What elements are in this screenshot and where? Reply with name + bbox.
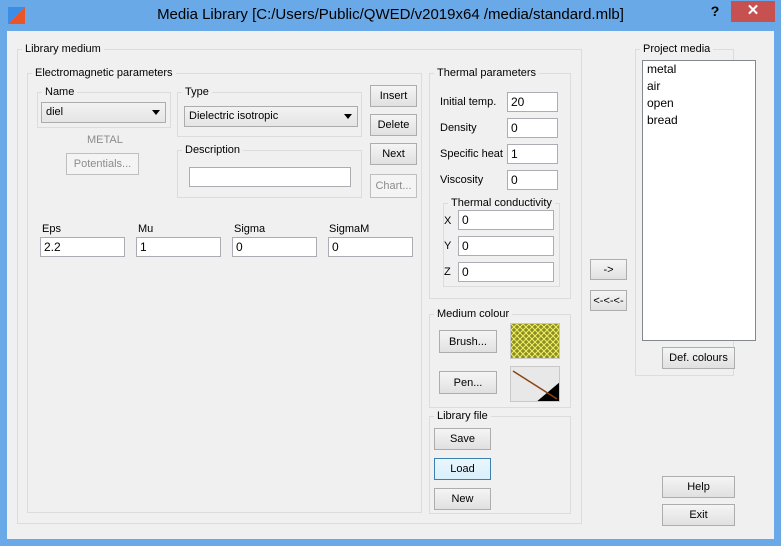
electromagnetic-label: Electromagnetic parameters	[35, 67, 173, 79]
conductivity-label: Thermal conductivity	[451, 197, 552, 209]
exit-button[interactable]: Exit	[662, 504, 735, 526]
save-button[interactable]: Save	[434, 428, 491, 450]
sigmam-input[interactable]: 0	[328, 237, 413, 257]
library-medium-label: Library medium	[25, 43, 101, 55]
dialog-client: Library medium Electromagnetic parameter…	[7, 31, 774, 539]
sigma-input[interactable]: 0	[232, 237, 317, 257]
pen-line-icon	[511, 367, 559, 401]
type-label: Type	[185, 86, 209, 98]
potentials-button[interactable]: Potentials...	[66, 153, 139, 175]
media-library-window: Media Library [C:/Users/Public/QWED/v201…	[0, 0, 781, 546]
conductivity-y-label: Y	[444, 240, 452, 252]
metal-label: METAL	[87, 134, 123, 146]
pen-button[interactable]: Pen...	[439, 371, 497, 394]
def-colours-button[interactable]: Def. colours	[662, 347, 735, 369]
chart-button[interactable]: Chart...	[370, 174, 417, 198]
new-button[interactable]: New	[434, 488, 491, 510]
next-button[interactable]: Next	[370, 143, 417, 165]
brush-pattern-icon	[511, 324, 559, 358]
project-media-list[interactable]: metal air open bread	[642, 60, 756, 341]
thermal-label: Thermal parameters	[437, 67, 537, 79]
name-label: Name	[45, 86, 75, 98]
type-select[interactable]: Dielectric isotropic	[184, 106, 358, 127]
conductivity-y-input[interactable]: 0	[458, 236, 554, 256]
description-input[interactable]	[189, 167, 351, 187]
name-select-value: diel	[46, 106, 64, 118]
help-title-button[interactable]: ?	[706, 3, 724, 19]
insert-button[interactable]: Insert	[370, 85, 417, 107]
copy-to-library-button[interactable]: <-<-<-	[590, 290, 627, 311]
sigmam-label: SigmaM	[329, 223, 370, 235]
conductivity-z-input[interactable]: 0	[458, 262, 554, 282]
delete-button[interactable]: Delete	[370, 114, 417, 136]
initial-temp-input[interactable]: 20	[507, 92, 558, 112]
library-file-label: Library file	[437, 410, 488, 422]
list-item[interactable]: metal	[643, 61, 755, 78]
brush-swatch	[510, 323, 560, 359]
add-to-project-button[interactable]: ->	[590, 259, 627, 280]
title-bar[interactable]: Media Library [C:/Users/Public/QWED/v201…	[0, 0, 781, 31]
chevron-down-icon	[152, 110, 160, 115]
chevron-down-icon	[344, 114, 352, 119]
sigma-label: Sigma	[234, 223, 266, 235]
specific-heat-label: Specific heat	[440, 148, 503, 160]
density-label: Density	[440, 122, 477, 134]
conductivity-z-label: Z	[444, 266, 451, 278]
viscosity-input[interactable]: 0	[507, 170, 558, 190]
specific-heat-input[interactable]: 1	[507, 144, 558, 164]
load-button[interactable]: Load	[434, 458, 491, 480]
list-item[interactable]: bread	[643, 112, 755, 129]
description-label: Description	[185, 144, 241, 156]
list-item[interactable]: air	[643, 78, 755, 95]
window-title: Media Library [C:/Users/Public/QWED/v201…	[157, 6, 624, 23]
eps-label: Eps	[42, 223, 61, 235]
brush-button[interactable]: Brush...	[439, 330, 497, 353]
initial-temp-label: Initial temp.	[440, 96, 497, 108]
eps-input[interactable]: 2.2	[40, 237, 125, 257]
conductivity-x-input[interactable]: 0	[458, 210, 554, 230]
density-input[interactable]: 0	[507, 118, 558, 138]
viscosity-label: Viscosity	[440, 174, 484, 186]
mu-label: Mu	[138, 223, 154, 235]
type-select-value: Dielectric isotropic	[189, 110, 279, 122]
project-media-label: Project media	[643, 43, 711, 55]
name-select[interactable]: diel	[41, 102, 166, 123]
pen-swatch	[510, 366, 560, 402]
help-button[interactable]: Help	[662, 476, 735, 498]
close-button[interactable]: ✕	[731, 1, 775, 22]
mu-input[interactable]: 1	[136, 237, 221, 257]
list-item[interactable]: open	[643, 95, 755, 112]
conductivity-x-label: X	[444, 215, 452, 227]
medium-colour-label: Medium colour	[437, 308, 510, 320]
